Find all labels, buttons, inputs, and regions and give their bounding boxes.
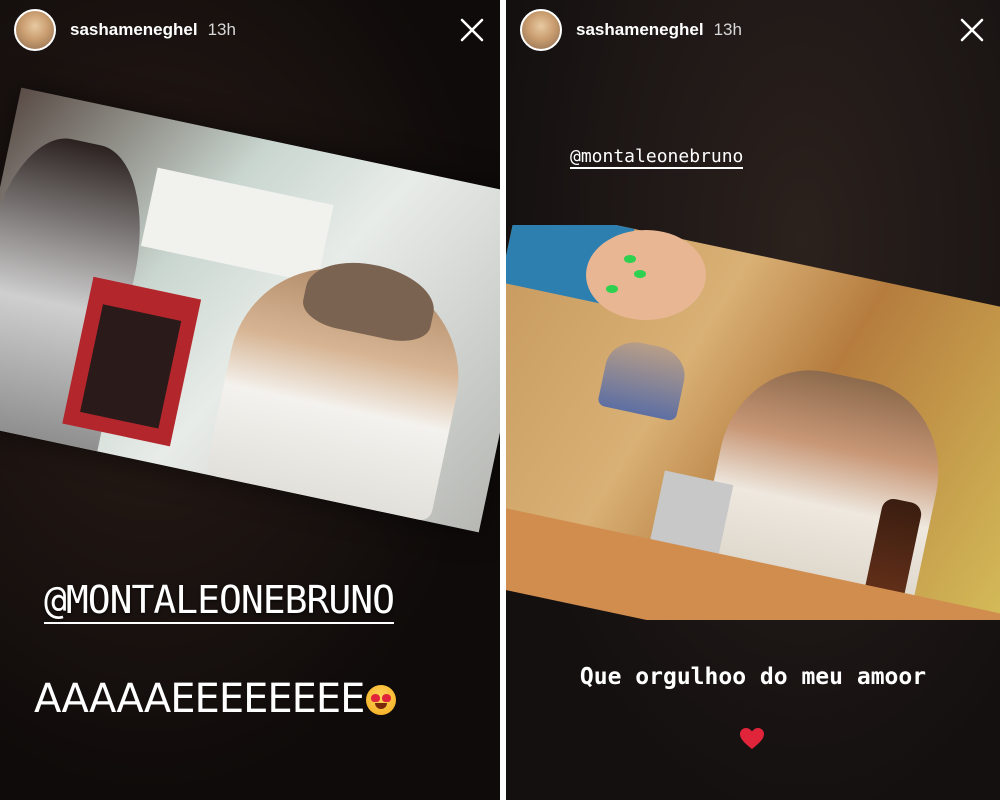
heart-eyes-emoji-icon <box>366 685 396 715</box>
story-header: sashameneghel 13h <box>520 8 986 52</box>
story-text: AAAAAEEEEEEEE <box>34 676 365 722</box>
avatar[interactable] <box>14 9 56 51</box>
red-heart-emoji-icon <box>739 727 765 751</box>
awning <box>140 167 334 284</box>
mention-text[interactable]: @MONTALEONEBRUNO <box>44 578 395 624</box>
story-caption: Que orgulhoo do meu amoor <box>579 664 927 690</box>
mention-text[interactable]: @montaleonebruno <box>570 146 744 169</box>
mention-sticker[interactable]: @MONTALEONEBRUNO <box>44 578 395 624</box>
avatar[interactable] <box>520 9 562 51</box>
story-time: 13h <box>713 20 742 39</box>
username[interactable]: sashameneghel <box>576 20 704 40</box>
nail <box>606 285 618 293</box>
video-scene <box>506 225 1000 620</box>
username[interactable]: sashameneghel <box>70 20 198 40</box>
hand-figure <box>586 230 706 320</box>
close-icon[interactable] <box>458 16 486 44</box>
tv-screen-video-frame <box>506 225 1000 620</box>
close-icon[interactable] <box>958 16 986 44</box>
story-time: 13h <box>207 20 236 39</box>
story-left[interactable]: sashameneghel 13h @MONTALEONEBRUNO AAAAA… <box>0 0 500 800</box>
tv-screen-video-frame <box>0 87 500 533</box>
mention-sticker[interactable]: @montaleonebruno <box>570 146 744 169</box>
story-header: sashameneghel 13h <box>14 8 486 52</box>
old-man-figure <box>597 336 690 422</box>
nail <box>634 270 646 278</box>
nail <box>624 255 636 263</box>
story-right[interactable]: sashameneghel 13h @montaleonebruno Que o… <box>506 0 1000 800</box>
